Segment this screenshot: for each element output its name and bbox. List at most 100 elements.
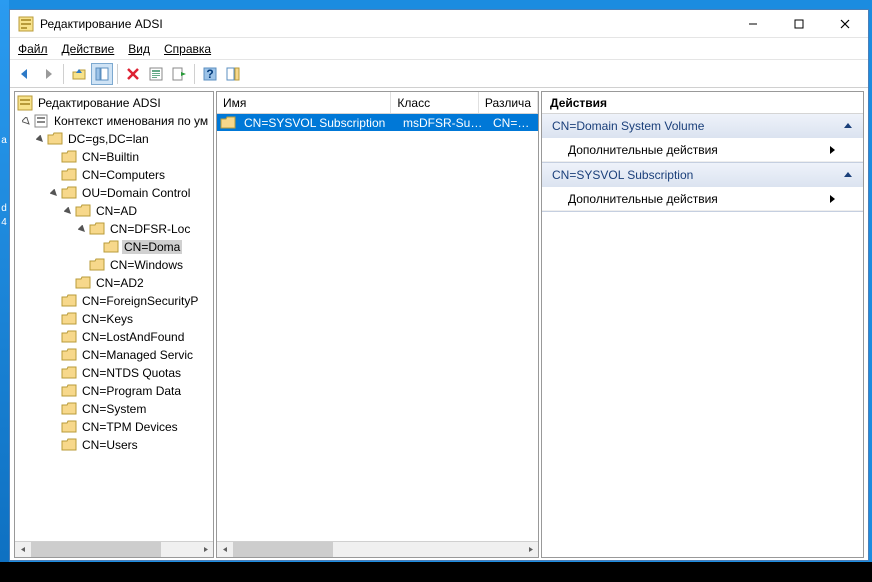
show-tree-button[interactable]	[91, 63, 113, 85]
close-button[interactable]	[822, 10, 868, 38]
tree-item[interactable]: CN=Computers	[15, 166, 213, 184]
expand-icon[interactable]	[33, 135, 47, 144]
titlebar[interactable]: Редактирование ADSI	[10, 10, 868, 38]
list-scrollbar-horizontal[interactable]	[217, 541, 538, 557]
refresh-button[interactable]	[145, 63, 167, 85]
tree-label: CN=ForeignSecurityP	[80, 294, 200, 308]
help-button[interactable]: ?	[199, 63, 221, 85]
tree-item[interactable]: CN=AD2	[15, 274, 213, 292]
tree-item[interactable]: CN=NTDS Quotas	[15, 364, 213, 382]
folder-icon	[61, 149, 77, 165]
screenshot-bottom-border	[0, 562, 872, 582]
folder-icon	[61, 347, 77, 363]
folder-icon	[61, 293, 77, 309]
tree-dfsr[interactable]: CN=DFSR-Loc	[15, 220, 213, 238]
cell-class: msDFSR-Sub...	[398, 116, 488, 130]
cell-name: CN=SYSVOL Subscription	[239, 116, 398, 130]
tree-ou[interactable]: OU=Domain Control	[15, 184, 213, 202]
tree-label: CN=AD2	[94, 276, 146, 290]
bg-char-d: d	[0, 201, 8, 215]
action-head-label: CN=Domain System Volume	[552, 119, 843, 133]
tree-item[interactable]: CN=LostAndFound	[15, 328, 213, 346]
expand-icon[interactable]	[19, 117, 33, 126]
menu-help[interactable]: Справка	[164, 42, 211, 56]
tree-item[interactable]: CN=TPM Devices	[15, 418, 213, 436]
expand-icon[interactable]	[61, 207, 75, 216]
scroll-left-button[interactable]	[15, 542, 31, 557]
scroll-left-button[interactable]	[217, 542, 233, 557]
tree-label: CN=NTDS Quotas	[80, 366, 183, 380]
folder-icon	[61, 383, 77, 399]
maximize-button[interactable]	[776, 10, 822, 38]
expand-icon[interactable]	[47, 189, 61, 198]
context-icon	[33, 113, 49, 129]
menu-view[interactable]: Вид	[128, 42, 150, 56]
expand-icon[interactable]	[75, 225, 89, 234]
tree-label: Контекст именования по ум	[52, 114, 210, 128]
tree-pane: Редактирование ADSI Контекст именования …	[14, 91, 214, 558]
scroll-right-button[interactable]	[522, 542, 538, 557]
folder-icon	[75, 203, 91, 219]
tree[interactable]: Редактирование ADSI Контекст именования …	[15, 92, 213, 541]
folder-icon	[61, 329, 77, 345]
tree-dc[interactable]: DC=gs,DC=lan	[15, 130, 213, 148]
adsi-edit-window: Редактирование ADSI Файл Действие Вид Сп…	[9, 9, 869, 561]
tree-item[interactable]: CN=ForeignSecurityP	[15, 292, 213, 310]
tree-item[interactable]: CN=Managed Servic	[15, 346, 213, 364]
tree-doma-selected[interactable]: CN=Doma	[15, 238, 213, 256]
action-item-label: Дополнительные действия	[568, 143, 827, 157]
delete-button[interactable]	[122, 63, 144, 85]
column-name[interactable]: Имя	[217, 92, 391, 113]
tree-item[interactable]: CN=Windows	[15, 256, 213, 274]
tree-label: Редактирование ADSI	[36, 96, 163, 110]
action-head-domain-system-volume[interactable]: CN=Domain System Volume	[542, 114, 863, 138]
folder-icon	[61, 419, 77, 435]
bg-char-4: 4	[0, 215, 8, 229]
action-more-1[interactable]: Дополнительные действия	[542, 138, 863, 162]
tree-item[interactable]: CN=Keys	[15, 310, 213, 328]
tree-label: CN=System	[80, 402, 148, 416]
tree-item[interactable]: CN=Users	[15, 436, 213, 454]
list-row-selected[interactable]: CN=SYSVOL Subscription msDFSR-Sub... CN=…	[217, 114, 538, 131]
tree-ad[interactable]: CN=AD	[15, 202, 213, 220]
tree-root[interactable]: Редактирование ADSI	[15, 94, 213, 112]
tree-label: CN=TPM Devices	[80, 420, 180, 434]
scroll-thumb[interactable]	[31, 542, 161, 557]
menu-action[interactable]: Действие	[62, 42, 115, 56]
column-class[interactable]: Класс	[391, 92, 478, 113]
toolbar-separator	[194, 64, 195, 84]
menu-file[interactable]: Файл	[18, 42, 48, 56]
scroll-right-button[interactable]	[197, 542, 213, 557]
toolbar: ?	[10, 60, 868, 88]
window-title: Редактирование ADSI	[40, 17, 730, 31]
scroll-thumb[interactable]	[233, 542, 333, 557]
tree-context[interactable]: Контекст именования по ум	[15, 112, 213, 130]
actions-pane: Действия CN=Domain System Volume Дополни…	[541, 91, 864, 558]
tree-label: CN=Doma	[122, 240, 182, 254]
menubar: Файл Действие Вид Справка	[10, 38, 868, 60]
tree-label: CN=AD	[94, 204, 139, 218]
tree-item[interactable]: CN=Program Data	[15, 382, 213, 400]
list-body[interactable]: CN=SYSVOL Subscription msDFSR-Sub... CN=…	[217, 114, 538, 541]
app-icon	[18, 16, 34, 32]
action-head-sysvol-subscription[interactable]: CN=SYSVOL Subscription	[542, 163, 863, 187]
chevron-right-icon	[827, 194, 837, 204]
list-pane: Имя Класс Различа CN=SYSVOL Subscription…	[216, 91, 539, 558]
action-more-2[interactable]: Дополнительные действия	[542, 187, 863, 211]
minimize-button[interactable]	[730, 10, 776, 38]
folder-icon	[61, 365, 77, 381]
folder-icon	[75, 275, 91, 291]
up-button[interactable]	[68, 63, 90, 85]
forward-button[interactable]	[37, 63, 59, 85]
tree-scrollbar-horizontal[interactable]	[15, 541, 213, 557]
tree-label: CN=Users	[80, 438, 140, 452]
bg-char-a: а	[0, 133, 8, 147]
tree-label: CN=Builtin	[80, 150, 141, 164]
column-dn[interactable]: Различа	[479, 92, 538, 113]
export-button[interactable]	[168, 63, 190, 85]
back-button[interactable]	[14, 63, 36, 85]
content-area: Редактирование ADSI Контекст именования …	[10, 89, 868, 560]
tree-item[interactable]: CN=System	[15, 400, 213, 418]
actions-pane-button[interactable]	[222, 63, 244, 85]
tree-item[interactable]: CN=Builtin	[15, 148, 213, 166]
